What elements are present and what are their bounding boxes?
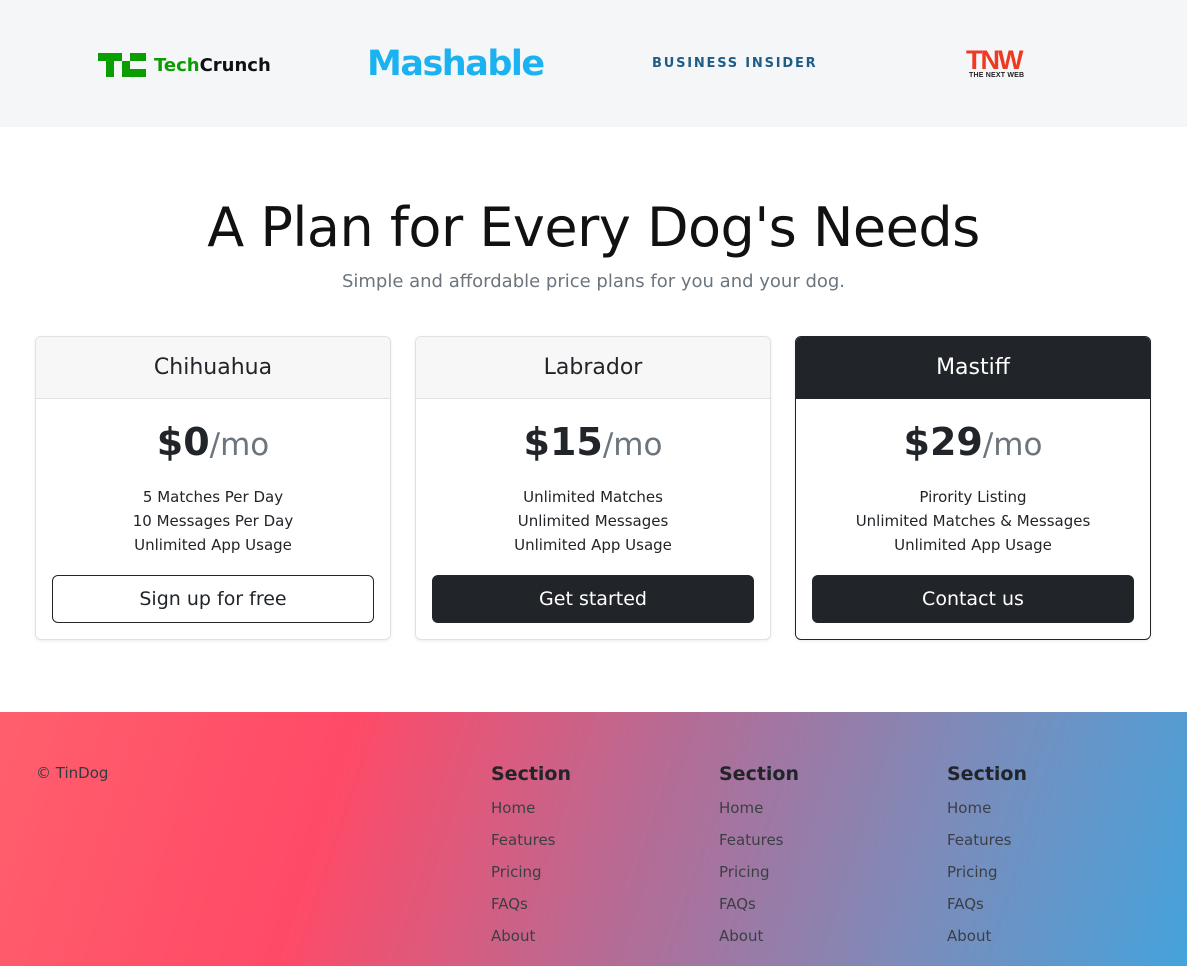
techcrunch-wordmark: TechCrunch [154, 54, 271, 76]
contact-us-button[interactable]: Contact us [812, 575, 1134, 623]
tnw-logo: TNW THE NEXT WEB [966, 45, 1038, 80]
plan-name: Chihuahua [36, 337, 390, 399]
footer-link-about[interactable]: About [491, 927, 535, 945]
copyright-text: © TinDog [36, 764, 109, 782]
price-period: /mo [209, 427, 270, 463]
business-insider-logo: BUSINESS INSIDER [652, 56, 818, 71]
feature-item: 10 Messages Per Day [132, 512, 294, 530]
footer-link-home[interactable]: Home [947, 799, 991, 817]
footer-links: Home Features Pricing FAQs About [947, 792, 1027, 952]
plan-card-mastiff: Mastiff $29/mo Pirority Listing Unlimite… [795, 336, 1151, 640]
footer-link-features[interactable]: Features [947, 831, 1012, 849]
footer-column-heading: Section [947, 763, 1028, 785]
pricing-title: A Plan for Every Dog's Needs [207, 196, 980, 259]
sign-up-for-free-button[interactable]: Sign up for free [52, 575, 374, 623]
plan-price: $29/mo [796, 417, 1150, 467]
price-amount: $15 [523, 420, 603, 464]
feature-item: Unlimited App Usage [894, 536, 1052, 554]
footer-link-faqs[interactable]: FAQs [491, 895, 528, 913]
feature-item: 5 Matches Per Day [142, 488, 284, 506]
feature-item: Unlimited App Usage [134, 536, 292, 554]
plan-features: 5 Matches Per Day 10 Messages Per Day Un… [36, 485, 390, 557]
plan-price: $0/mo [36, 417, 390, 467]
plan-card-chihuahua: Chihuahua $0/mo 5 Matches Per Day 10 Mes… [35, 336, 391, 640]
feature-item: Unlimited Matches & Messages [855, 512, 1091, 530]
plan-price: $15/mo [416, 417, 770, 467]
feature-item: Unlimited App Usage [514, 536, 672, 554]
plan-features: Unlimited Matches Unlimited Messages Unl… [416, 485, 770, 557]
plan-features: Pirority Listing Unlimited Matches & Mes… [796, 485, 1150, 557]
plan-card-labrador: Labrador $15/mo Unlimited Matches Unlimi… [415, 336, 771, 640]
price-amount: $29 [903, 420, 983, 464]
footer-column-heading: Section [719, 763, 800, 785]
feature-item: Unlimited Matches [523, 488, 663, 506]
footer-column-heading: Section [491, 763, 572, 785]
footer-column: Section Home Features Pricing FAQs About [719, 762, 799, 952]
footer-links: Home Features Pricing FAQs About [719, 792, 799, 952]
footer-column: Section Home Features Pricing FAQs About [491, 762, 571, 952]
footer-link-pricing[interactable]: Pricing [719, 863, 770, 881]
tnw-letters: TNW [966, 45, 1023, 75]
mashable-logo: Mashable [367, 44, 545, 84]
footer-link-pricing[interactable]: Pricing [491, 863, 542, 881]
footer-link-faqs[interactable]: FAQs [719, 895, 756, 913]
footer: © TinDog Section Home Features Pricing F… [0, 712, 1187, 966]
press-logos-section: TechCrunch Mashable BUSINESS INSIDER TNW… [0, 0, 1187, 127]
plan-name: Mastiff [796, 337, 1150, 399]
footer-link-home[interactable]: Home [491, 799, 535, 817]
tnw-subtitle: THE NEXT WEB [969, 72, 1025, 79]
footer-link-features[interactable]: Features [719, 831, 784, 849]
pricing-subtitle: Simple and affordable price plans for yo… [341, 271, 846, 292]
plan-name: Labrador [416, 337, 770, 399]
footer-link-faqs[interactable]: FAQs [947, 895, 984, 913]
footer-column: Section Home Features Pricing FAQs About [947, 762, 1027, 952]
get-started-button[interactable]: Get started [432, 575, 754, 623]
techcrunch-mark-icon [98, 53, 146, 77]
footer-links: Home Features Pricing FAQs About [491, 792, 571, 952]
feature-item: Pirority Listing [919, 488, 1027, 506]
footer-link-about[interactable]: About [947, 927, 991, 945]
footer-link-home[interactable]: Home [719, 799, 763, 817]
footer-link-pricing[interactable]: Pricing [947, 863, 998, 881]
techcrunch-logo: TechCrunch [98, 52, 271, 78]
footer-link-about[interactable]: About [719, 927, 763, 945]
feature-item: Unlimited Messages [517, 512, 669, 530]
footer-link-features[interactable]: Features [491, 831, 556, 849]
price-period: /mo [982, 427, 1043, 463]
price-amount: $0 [156, 420, 210, 464]
price-period: /mo [602, 427, 663, 463]
